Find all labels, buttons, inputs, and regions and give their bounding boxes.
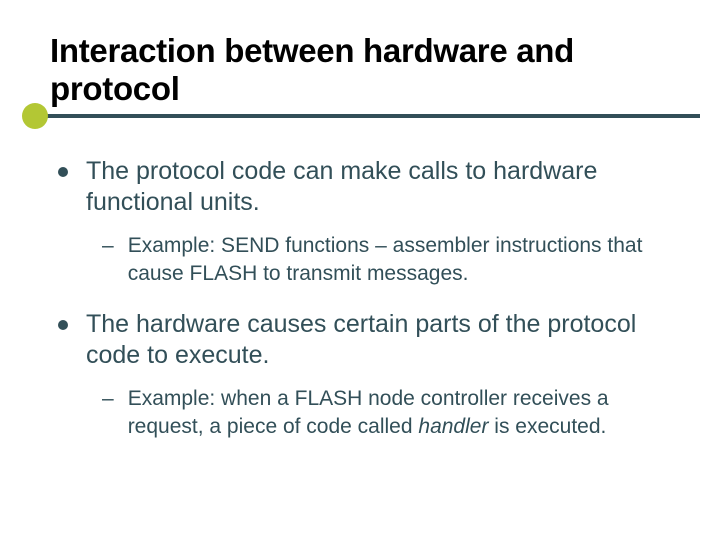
accent-dot-icon	[22, 103, 48, 129]
title-block: Interaction between hardware and protoco…	[50, 32, 670, 108]
sub-bullet-text: Example: when a FLASH node controller re…	[128, 385, 670, 440]
bullet-item: The protocol code can make calls to hard…	[58, 156, 670, 219]
bullet-text: The hardware causes certain parts of the…	[86, 309, 670, 372]
sub-bullet-item: – Example: SEND functions – assembler in…	[102, 232, 670, 287]
sub-bullet-suffix: is executed.	[488, 415, 606, 438]
sub-bullet-item: – Example: when a FLASH node controller …	[102, 385, 670, 440]
slide-content: The protocol code can make calls to hard…	[50, 152, 670, 440]
slide: Interaction between hardware and protoco…	[0, 0, 720, 540]
bullet-dot-icon	[58, 320, 68, 330]
bullet-text: The protocol code can make calls to hard…	[86, 156, 670, 219]
slide-title: Interaction between hardware and protoco…	[50, 32, 670, 108]
title-underline	[40, 114, 700, 118]
bullet-dot-icon	[58, 167, 68, 177]
dash-icon: –	[102, 232, 114, 259]
sub-bullet-text: Example: SEND functions – assembler inst…	[128, 232, 670, 287]
dash-icon: –	[102, 385, 114, 412]
bullet-item: The hardware causes certain parts of the…	[58, 309, 670, 372]
sub-bullet-prefix: Example: SEND functions – assembler inst…	[128, 234, 643, 284]
sub-bullet-italic: handler	[418, 415, 488, 438]
